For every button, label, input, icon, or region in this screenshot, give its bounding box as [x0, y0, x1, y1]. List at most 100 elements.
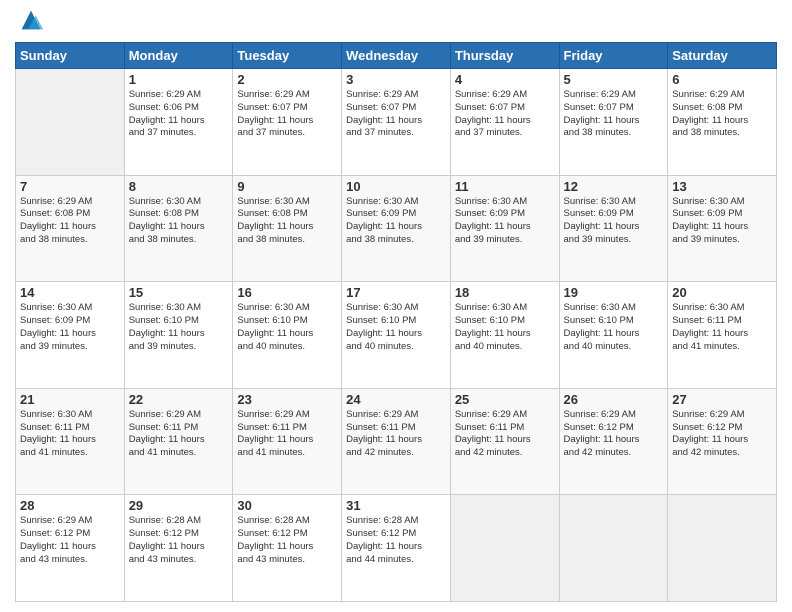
header-day-sunday: Sunday	[16, 43, 125, 69]
calendar-cell: 21 Sunrise: 6:30 AMSunset: 6:11 PMDayligh…	[16, 388, 125, 495]
calendar-cell: 2Sunrise: 6:29 AMSunset: 6:07 PMDaylight…	[233, 69, 342, 176]
calendar-cell: 10 Sunrise: 6:30 AMSunset: 6:09 PMDayligh…	[342, 175, 451, 282]
day-number: 24	[346, 392, 446, 407]
day-number: 27	[672, 392, 772, 407]
cell-info: Sunrise: 6:29 AMSunset: 6:11 PMDaylight:…	[455, 409, 555, 460]
cell-info: Sunrise: 6:29 AMSunset: 6:08 PMDaylight:…	[672, 89, 772, 140]
calendar-cell: 19 Sunrise: 6:30 AMSunset: 6:10 PMDayligh…	[559, 282, 668, 389]
day-number: 6	[672, 72, 772, 87]
day-number: 17	[346, 285, 446, 300]
calendar-cell: 22Sunrise: 6:29 AMSunset: 6:11 PMDayligh…	[124, 388, 233, 495]
week-row-0: 1 Sunrise: 6:29 AMSunset: 6:06 PMDaylight…	[16, 69, 777, 176]
cell-info: Sunrise: 6:30 AMSunset: 6:09 PMDaylight:…	[672, 196, 772, 247]
calendar-cell: 6 Sunrise: 6:29 AMSunset: 6:08 PMDaylight…	[668, 69, 777, 176]
day-number: 9	[237, 179, 337, 194]
calendar-cell: 23 Sunrise: 6:29 AMSunset: 6:11 PMDayligh…	[233, 388, 342, 495]
calendar-cell: 13 Sunrise: 6:30 AMSunset: 6:09 PMDayligh…	[668, 175, 777, 282]
day-number: 21	[20, 392, 120, 407]
calendar-cell: 3Sunrise: 6:29 AMSunset: 6:07 PMDaylight…	[342, 69, 451, 176]
calendar-cell: 29 Sunrise: 6:28 AMSunset: 6:12 PMDayligh…	[124, 495, 233, 602]
calendar-cell: 27 Sunrise: 6:29 AMSunset: 6:12 PMDayligh…	[668, 388, 777, 495]
calendar-cell: 4 Sunrise: 6:29 AMSunset: 6:07 PMDaylight…	[450, 69, 559, 176]
header-day-thursday: Thursday	[450, 43, 559, 69]
calendar-cell: 1 Sunrise: 6:29 AMSunset: 6:06 PMDaylight…	[124, 69, 233, 176]
day-number: 1	[129, 72, 229, 87]
header-day-wednesday: Wednesday	[342, 43, 451, 69]
cell-info: Sunrise: 6:29 AMSunset: 6:11 PMDaylight:…	[237, 409, 337, 460]
calendar-cell: 15Sunrise: 6:30 AMSunset: 6:10 PMDayligh…	[124, 282, 233, 389]
day-number: 18	[455, 285, 555, 300]
calendar-cell: 7 Sunrise: 6:29 AMSunset: 6:08 PMDaylight…	[16, 175, 125, 282]
cell-info: Sunrise: 6:30 AMSunset: 6:08 PMDaylight:…	[237, 196, 337, 247]
day-number: 7	[20, 179, 120, 194]
logo	[15, 10, 45, 34]
day-number: 8	[129, 179, 229, 194]
cell-info: Sunrise: 6:30 AMSunset: 6:10 PMDaylight:…	[564, 302, 664, 353]
day-number: 10	[346, 179, 446, 194]
cell-info: Sunrise: 6:29 AMSunset: 6:06 PMDaylight:…	[129, 89, 229, 140]
cell-info: Sunrise: 6:28 AMSunset: 6:12 PMDaylight:…	[129, 515, 229, 566]
day-number: 23	[237, 392, 337, 407]
calendar-cell: 12 Sunrise: 6:30 AMSunset: 6:09 PMDayligh…	[559, 175, 668, 282]
cell-info: Sunrise: 6:29 AMSunset: 6:08 PMDaylight:…	[20, 196, 120, 247]
cell-info: Sunrise: 6:28 AMSunset: 6:12 PMDaylight:…	[346, 515, 446, 566]
calendar-cell	[16, 69, 125, 176]
cell-info: Sunrise: 6:30 AMSunset: 6:09 PMDaylight:…	[20, 302, 120, 353]
header-day-saturday: Saturday	[668, 43, 777, 69]
cell-info: Sunrise: 6:29 AMSunset: 6:07 PMDaylight:…	[455, 89, 555, 140]
day-number: 4	[455, 72, 555, 87]
cell-info: Sunrise: 6:30 AMSunset: 6:09 PMDaylight:…	[564, 196, 664, 247]
calendar-cell: 18Sunrise: 6:30 AMSunset: 6:10 PMDayligh…	[450, 282, 559, 389]
header-day-tuesday: Tuesday	[233, 43, 342, 69]
day-number: 25	[455, 392, 555, 407]
cell-info: Sunrise: 6:30 AMSunset: 6:08 PMDaylight:…	[129, 196, 229, 247]
calendar-cell	[559, 495, 668, 602]
logo-icon	[17, 6, 45, 34]
day-number: 22	[129, 392, 229, 407]
calendar-cell: 16 Sunrise: 6:30 AMSunset: 6:10 PMDayligh…	[233, 282, 342, 389]
day-number: 20	[672, 285, 772, 300]
cell-info: Sunrise: 6:30 AMSunset: 6:10 PMDaylight:…	[346, 302, 446, 353]
day-number: 2	[237, 72, 337, 87]
day-number: 26	[564, 392, 664, 407]
calendar-cell: 9 Sunrise: 6:30 AMSunset: 6:08 PMDaylight…	[233, 175, 342, 282]
week-row-2: 14Sunrise: 6:30 AMSunset: 6:09 PMDayligh…	[16, 282, 777, 389]
day-number: 5	[564, 72, 664, 87]
cell-info: Sunrise: 6:29 AMSunset: 6:12 PMDaylight:…	[564, 409, 664, 460]
cell-info: Sunrise: 6:30 AMSunset: 6:10 PMDaylight:…	[237, 302, 337, 353]
day-number: 13	[672, 179, 772, 194]
calendar-cell	[668, 495, 777, 602]
week-row-3: 21 Sunrise: 6:30 AMSunset: 6:11 PMDayligh…	[16, 388, 777, 495]
cell-info: Sunrise: 6:30 AMSunset: 6:09 PMDaylight:…	[455, 196, 555, 247]
calendar-cell	[450, 495, 559, 602]
day-number: 3	[346, 72, 446, 87]
header-row: SundayMondayTuesdayWednesdayThursdayFrid…	[16, 43, 777, 69]
calendar-cell: 28Sunrise: 6:29 AMSunset: 6:12 PMDayligh…	[16, 495, 125, 602]
calendar-cell: 26 Sunrise: 6:29 AMSunset: 6:12 PMDayligh…	[559, 388, 668, 495]
cell-info: Sunrise: 6:29 AMSunset: 6:11 PMDaylight:…	[346, 409, 446, 460]
calendar-cell: 25 Sunrise: 6:29 AMSunset: 6:11 PMDayligh…	[450, 388, 559, 495]
day-number: 30	[237, 498, 337, 513]
cell-info: Sunrise: 6:30 AMSunset: 6:09 PMDaylight:…	[346, 196, 446, 247]
cell-info: Sunrise: 6:29 AMSunset: 6:07 PMDaylight:…	[564, 89, 664, 140]
calendar-cell: 17 Sunrise: 6:30 AMSunset: 6:10 PMDayligh…	[342, 282, 451, 389]
calendar-cell: 30 Sunrise: 6:28 AMSunset: 6:12 PMDayligh…	[233, 495, 342, 602]
day-number: 12	[564, 179, 664, 194]
calendar-cell: 11Sunrise: 6:30 AMSunset: 6:09 PMDayligh…	[450, 175, 559, 282]
day-number: 31	[346, 498, 446, 513]
cell-info: Sunrise: 6:30 AMSunset: 6:11 PMDaylight:…	[20, 409, 120, 460]
calendar-cell: 14Sunrise: 6:30 AMSunset: 6:09 PMDayligh…	[16, 282, 125, 389]
cell-info: Sunrise: 6:29 AMSunset: 6:12 PMDaylight:…	[672, 409, 772, 460]
header-day-monday: Monday	[124, 43, 233, 69]
day-number: 29	[129, 498, 229, 513]
calendar-cell: 20Sunrise: 6:30 AMSunset: 6:11 PMDayligh…	[668, 282, 777, 389]
day-number: 16	[237, 285, 337, 300]
cell-info: Sunrise: 6:30 AMSunset: 6:10 PMDaylight:…	[129, 302, 229, 353]
page: SundayMondayTuesdayWednesdayThursdayFrid…	[0, 0, 792, 612]
calendar-body: 1 Sunrise: 6:29 AMSunset: 6:06 PMDaylight…	[16, 69, 777, 602]
calendar-cell: 8 Sunrise: 6:30 AMSunset: 6:08 PMDaylight…	[124, 175, 233, 282]
header	[15, 10, 777, 34]
calendar-table: SundayMondayTuesdayWednesdayThursdayFrid…	[15, 42, 777, 602]
cell-info: Sunrise: 6:28 AMSunset: 6:12 PMDaylight:…	[237, 515, 337, 566]
day-number: 19	[564, 285, 664, 300]
